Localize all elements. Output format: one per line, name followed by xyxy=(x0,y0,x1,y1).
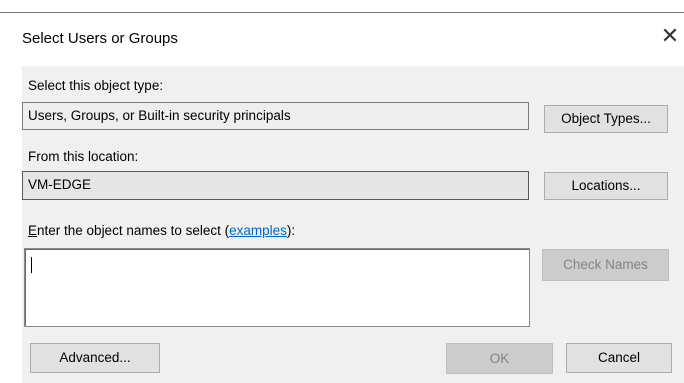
advanced-button[interactable]: Advanced... xyxy=(30,343,160,373)
window-top-border xyxy=(0,12,684,13)
close-icon[interactable]: ✕ xyxy=(660,25,680,47)
object-names-label-text: nter the object names to select ( xyxy=(37,223,230,238)
object-names-label: Enter the object names to select (exampl… xyxy=(28,223,295,238)
select-users-dialog: Select Users or Groups ✕ Select this obj… xyxy=(0,0,684,383)
ok-button[interactable]: OK xyxy=(446,343,553,374)
locations-button[interactable]: Locations... xyxy=(544,172,668,200)
cancel-button[interactable]: Cancel xyxy=(566,343,672,373)
object-names-input[interactable] xyxy=(24,248,530,327)
dialog-body: Select this object type: Users, Groups, … xyxy=(22,66,684,383)
location-field: VM-EDGE xyxy=(22,171,529,200)
access-key-e: E xyxy=(28,223,38,238)
dialog-title: Select Users or Groups xyxy=(22,30,178,47)
object-type-label: Select this object type: xyxy=(28,78,164,93)
check-names-button[interactable]: Check Names xyxy=(542,249,669,281)
location-label: From this location: xyxy=(28,149,139,164)
text-caret xyxy=(31,257,32,273)
object-types-button[interactable]: Object Types... xyxy=(544,105,668,133)
object-names-label-end: ): xyxy=(286,223,296,238)
object-type-field: Users, Groups, or Built-in security prin… xyxy=(22,102,529,130)
examples-link[interactable]: examples xyxy=(229,223,287,238)
